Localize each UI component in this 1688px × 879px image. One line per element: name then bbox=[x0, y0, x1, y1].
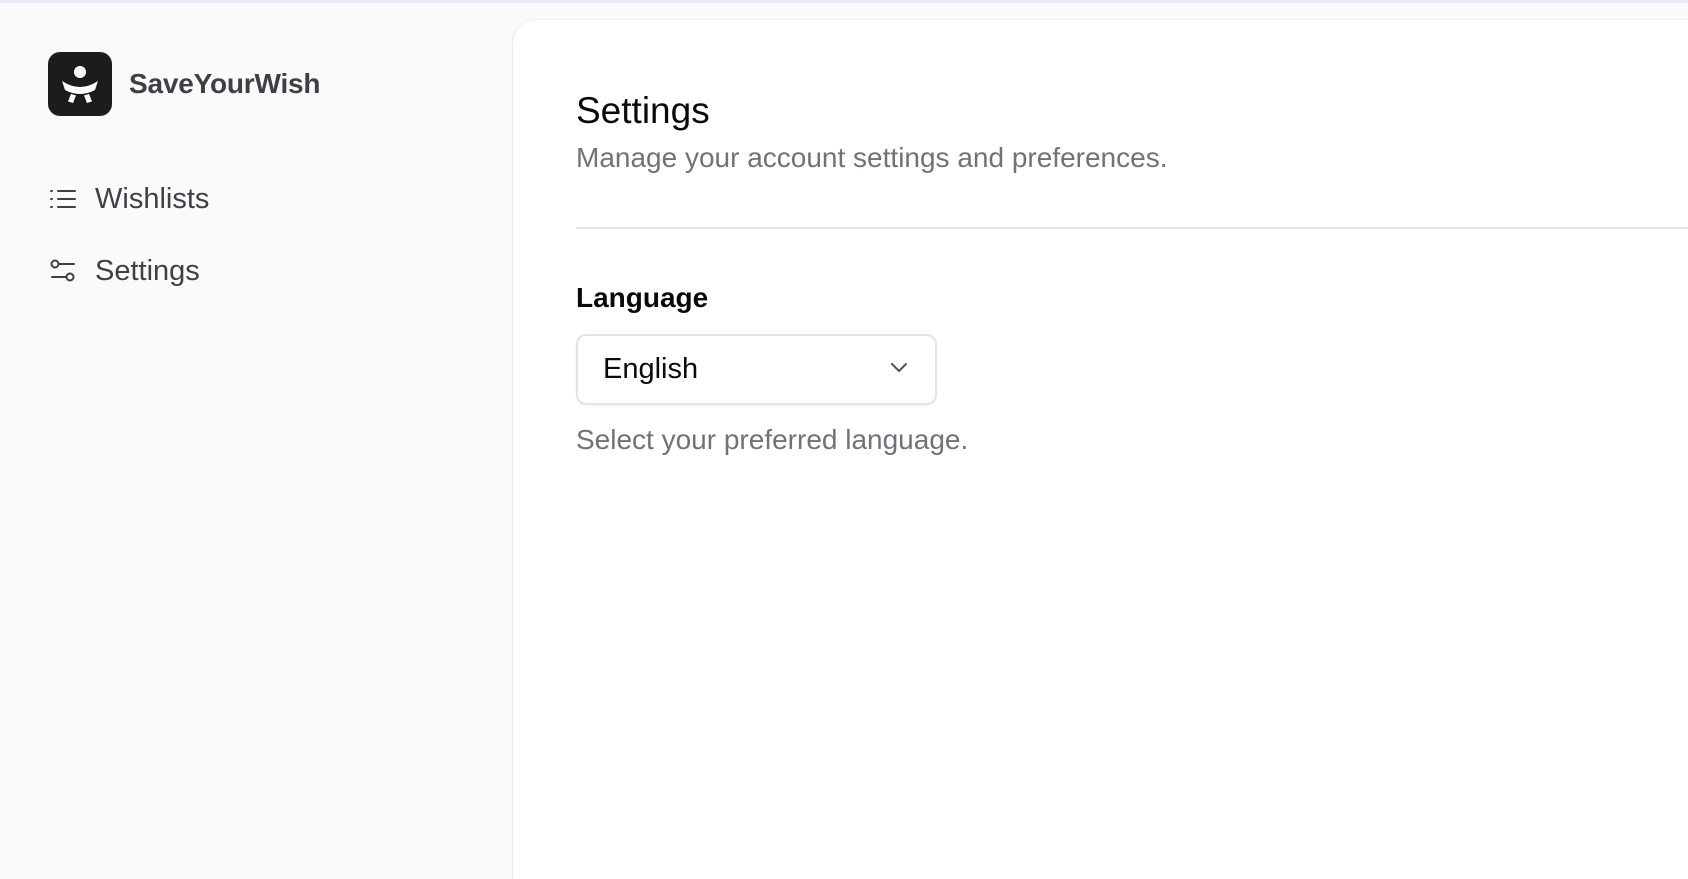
language-helper-text: Select your preferred language. bbox=[576, 424, 969, 455]
language-label: Language bbox=[576, 282, 709, 313]
brand[interactable]: SaveYourWish bbox=[48, 51, 321, 117]
page-title: Settings bbox=[576, 90, 710, 131]
sidebar: SaveYourWish Wishlists Settings bbox=[0, 3, 512, 856]
saveyourwish-logo-icon bbox=[48, 52, 112, 116]
sidebar-nav: Wishlists Settings bbox=[48, 175, 209, 319]
app-name: SaveYourWish bbox=[129, 68, 321, 99]
settings-panel: Settings Manage your account settings an… bbox=[512, 19, 1688, 879]
page-subtitle: Manage your account settings and prefere… bbox=[576, 142, 1168, 173]
sidebar-item-label: Settings bbox=[95, 254, 200, 287]
sidebar-item-wishlists[interactable]: Wishlists bbox=[48, 175, 209, 223]
language-select-value: English bbox=[603, 353, 699, 385]
language-select[interactable]: English bbox=[576, 334, 937, 405]
sidebar-item-settings[interactable]: Settings bbox=[48, 247, 209, 295]
chevron-down-icon bbox=[887, 355, 911, 384]
sidebar-item-label: Wishlists bbox=[95, 182, 210, 215]
sliders-icon bbox=[48, 256, 78, 286]
divider bbox=[576, 227, 1688, 229]
list-icon bbox=[48, 184, 78, 214]
